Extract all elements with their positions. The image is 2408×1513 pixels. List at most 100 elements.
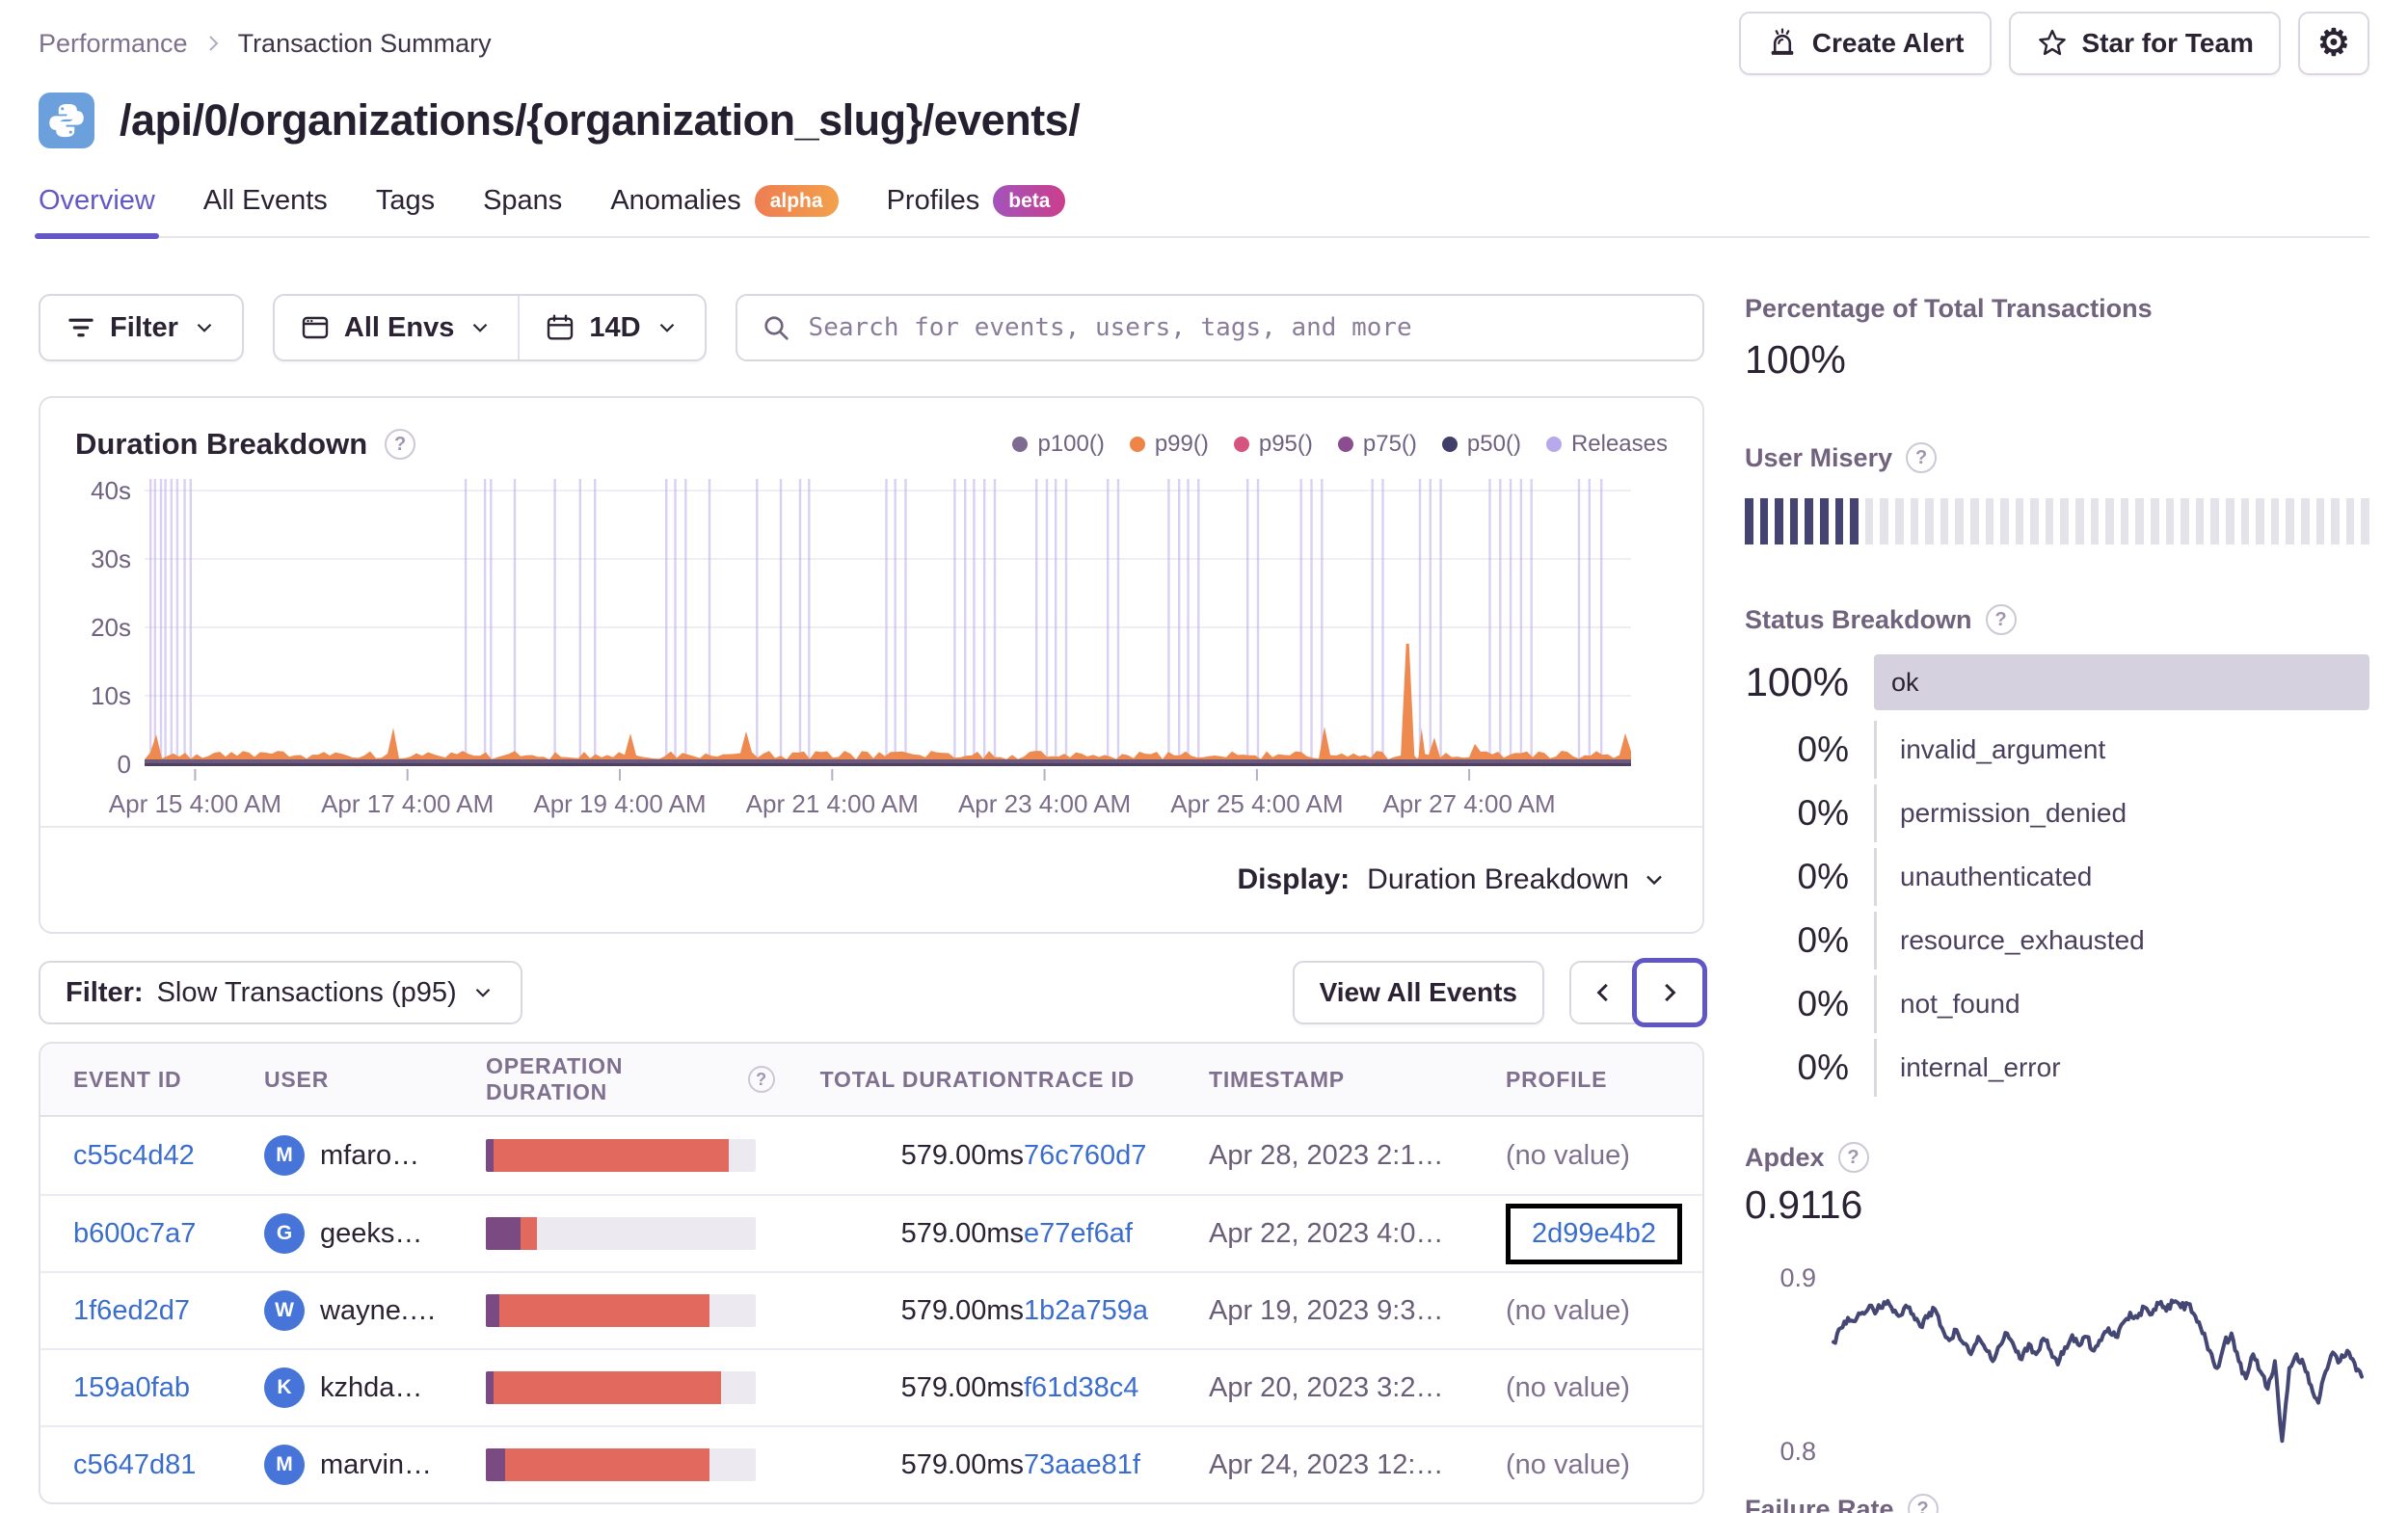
legend-dot — [1441, 437, 1458, 453]
misery-bar — [1864, 498, 1874, 545]
svg-text:30s: 30s — [91, 544, 131, 573]
legend-label: Releases — [1570, 431, 1668, 458]
status-row-not_found: 0% not_found — [1745, 972, 2369, 1036]
tab-profiles[interactable]: Profiles beta — [887, 185, 1066, 236]
misery-bar — [2060, 498, 2070, 545]
previous-page-button[interactable] — [1571, 963, 1637, 1023]
column-header-total-duration: TOTAL DURATION — [775, 1067, 1024, 1093]
status-percent: 0% — [1797, 730, 1849, 770]
event-id-link[interactable]: b600c7a7 — [73, 1218, 196, 1249]
star-icon — [2038, 29, 2066, 56]
tab-label: Tags — [375, 185, 436, 217]
breadcrumb-performance[interactable]: Performance — [39, 29, 188, 59]
next-page-button[interactable] — [1637, 963, 1702, 1023]
environment-dropdown[interactable]: All Envs — [275, 296, 518, 359]
column-header-label: TOTAL DURATION — [819, 1066, 1024, 1092]
misery-bar — [1850, 498, 1859, 545]
total-transactions-section: Percentage of Total Transactions 100% — [1745, 294, 2369, 383]
filter-dropdown[interactable]: Filter — [39, 294, 244, 362]
op-duration-segment-red — [504, 1448, 710, 1482]
operation-duration-bar — [486, 1448, 756, 1482]
legend-item-p50[interactable]: p50() — [1441, 431, 1521, 458]
view-all-events-button[interactable]: View All Events — [1292, 961, 1544, 1025]
trace-id-link[interactable]: 73aae81f — [1024, 1449, 1140, 1480]
user-avatar: W — [264, 1290, 305, 1332]
legend-item-p95[interactable]: p95() — [1233, 431, 1313, 458]
help-icon[interactable]: ? — [1837, 1142, 1869, 1174]
legend-item-p75[interactable]: p75() — [1337, 431, 1417, 458]
tab-label: Profiles — [886, 185, 980, 217]
tab-overview[interactable]: Overview — [35, 185, 159, 240]
siren-icon — [1771, 28, 1794, 55]
status-percent: 100% — [1745, 659, 1849, 705]
help-icon[interactable]: ? — [1907, 1494, 1939, 1513]
failure-rate-label: Failure Rate — [1745, 1494, 1894, 1513]
tab-tags[interactable]: Tags — [376, 185, 435, 236]
svg-text:Apr 25 4:00 AM: Apr 25 4:00 AM — [1170, 789, 1343, 818]
chart-legend: p100() p99() p95() p75() p50() Releases — [1012, 431, 1668, 458]
status-name: unauthenticated — [1874, 848, 2369, 907]
column-header-label: TIMESTAMP — [1209, 1066, 1345, 1092]
event-id-link[interactable]: c5647d81 — [73, 1449, 196, 1480]
legend-item-Releases[interactable]: Releases — [1545, 431, 1668, 458]
tab-all-events[interactable]: All Events — [203, 185, 328, 236]
settings-button[interactable]: ⚙ — [2297, 12, 2369, 75]
operation-duration-cell — [486, 1294, 775, 1328]
legend-item-p99[interactable]: p99() — [1129, 431, 1209, 458]
tab-spans[interactable]: Spans — [483, 185, 562, 236]
event-id-link[interactable]: 159a0fab — [73, 1372, 190, 1403]
status-percent: 0% — [1797, 857, 1849, 897]
operation-duration-cell — [486, 1139, 775, 1173]
display-dropdown[interactable]: Display: Duration Breakdown — [1237, 863, 1668, 896]
chevron-down-icon — [475, 989, 490, 997]
status-row-resource_exhausted: 0% resource_exhausted — [1745, 909, 2369, 972]
total-transactions-label: Percentage of Total Transactions — [1745, 294, 2153, 324]
profile-link[interactable]: 2d99e4b2 — [1532, 1218, 1656, 1249]
trace-id-cell: 73aae81f — [1024, 1449, 1209, 1481]
profile-no-value: (no value) — [1506, 1448, 1630, 1480]
date-range-label: 14D — [589, 311, 641, 343]
event-id-link[interactable]: 1f6ed2d7 — [73, 1295, 190, 1326]
toolbar-right: View All Events — [1292, 961, 1704, 1025]
calendar-icon — [548, 314, 574, 340]
help-icon[interactable]: ? — [1985, 604, 2017, 636]
column-header-label: USER — [264, 1066, 330, 1092]
op-duration-segment-purple — [486, 1139, 495, 1173]
create-alert-button[interactable]: Create Alert — [1738, 12, 1992, 75]
trace-id-link[interactable]: 76c760d7 — [1024, 1140, 1146, 1171]
transactions-filter-dropdown[interactable]: Filter: Slow Transactions (p95) — [39, 961, 522, 1025]
misery-bar — [2135, 498, 2145, 545]
column-header-timestamp: TIMESTAMP — [1209, 1067, 1506, 1093]
trace-id-link[interactable]: 1b2a759a — [1024, 1295, 1148, 1326]
user-misery-section: User Misery ? — [1745, 442, 2369, 545]
legend-label: p99() — [1154, 431, 1209, 458]
help-icon[interactable]: ? — [1906, 442, 1938, 474]
column-header-trace-id: TRACE ID — [1024, 1067, 1209, 1093]
help-icon[interactable]: ? — [385, 429, 416, 461]
tab-bar: Overview All Events Tags Spans Anomalies alph… — [35, 185, 2369, 240]
misery-bar — [2105, 498, 2114, 545]
tab-anomalies[interactable]: Anomalies alpha — [610, 185, 839, 236]
status-name: internal_error — [1874, 1039, 2369, 1098]
display-value: Duration Breakdown — [1367, 863, 1629, 896]
misery-bar — [2345, 498, 2355, 545]
create-alert-label: Create Alert — [1811, 28, 1965, 58]
search-input[interactable] — [808, 313, 1679, 343]
svg-text:Apr 19 4:00 AM: Apr 19 4:00 AM — [533, 789, 706, 818]
misery-bar — [2226, 498, 2234, 545]
legend-item-p100[interactable]: p100() — [1012, 431, 1105, 458]
search-bar[interactable] — [735, 294, 1704, 362]
misery-bar — [2315, 498, 2325, 545]
event-id-cell: c55c4d42 — [73, 1140, 264, 1172]
trace-id-link[interactable]: e77ef6af — [1024, 1218, 1133, 1249]
view-all-events-label: View All Events — [1319, 977, 1517, 1008]
date-range-dropdown[interactable]: 14D — [520, 296, 704, 359]
event-id-link[interactable]: c55c4d42 — [73, 1140, 195, 1171]
misery-bar — [2120, 498, 2129, 545]
op-duration-segment-red — [499, 1294, 710, 1328]
trace-id-link[interactable]: f61d38c4 — [1024, 1372, 1138, 1403]
star-for-team-button[interactable]: Star for Team — [2008, 12, 2281, 75]
svg-text:0: 0 — [118, 750, 131, 779]
help-icon[interactable]: ? — [748, 1066, 775, 1094]
chevron-right-icon — [1665, 983, 1676, 1002]
